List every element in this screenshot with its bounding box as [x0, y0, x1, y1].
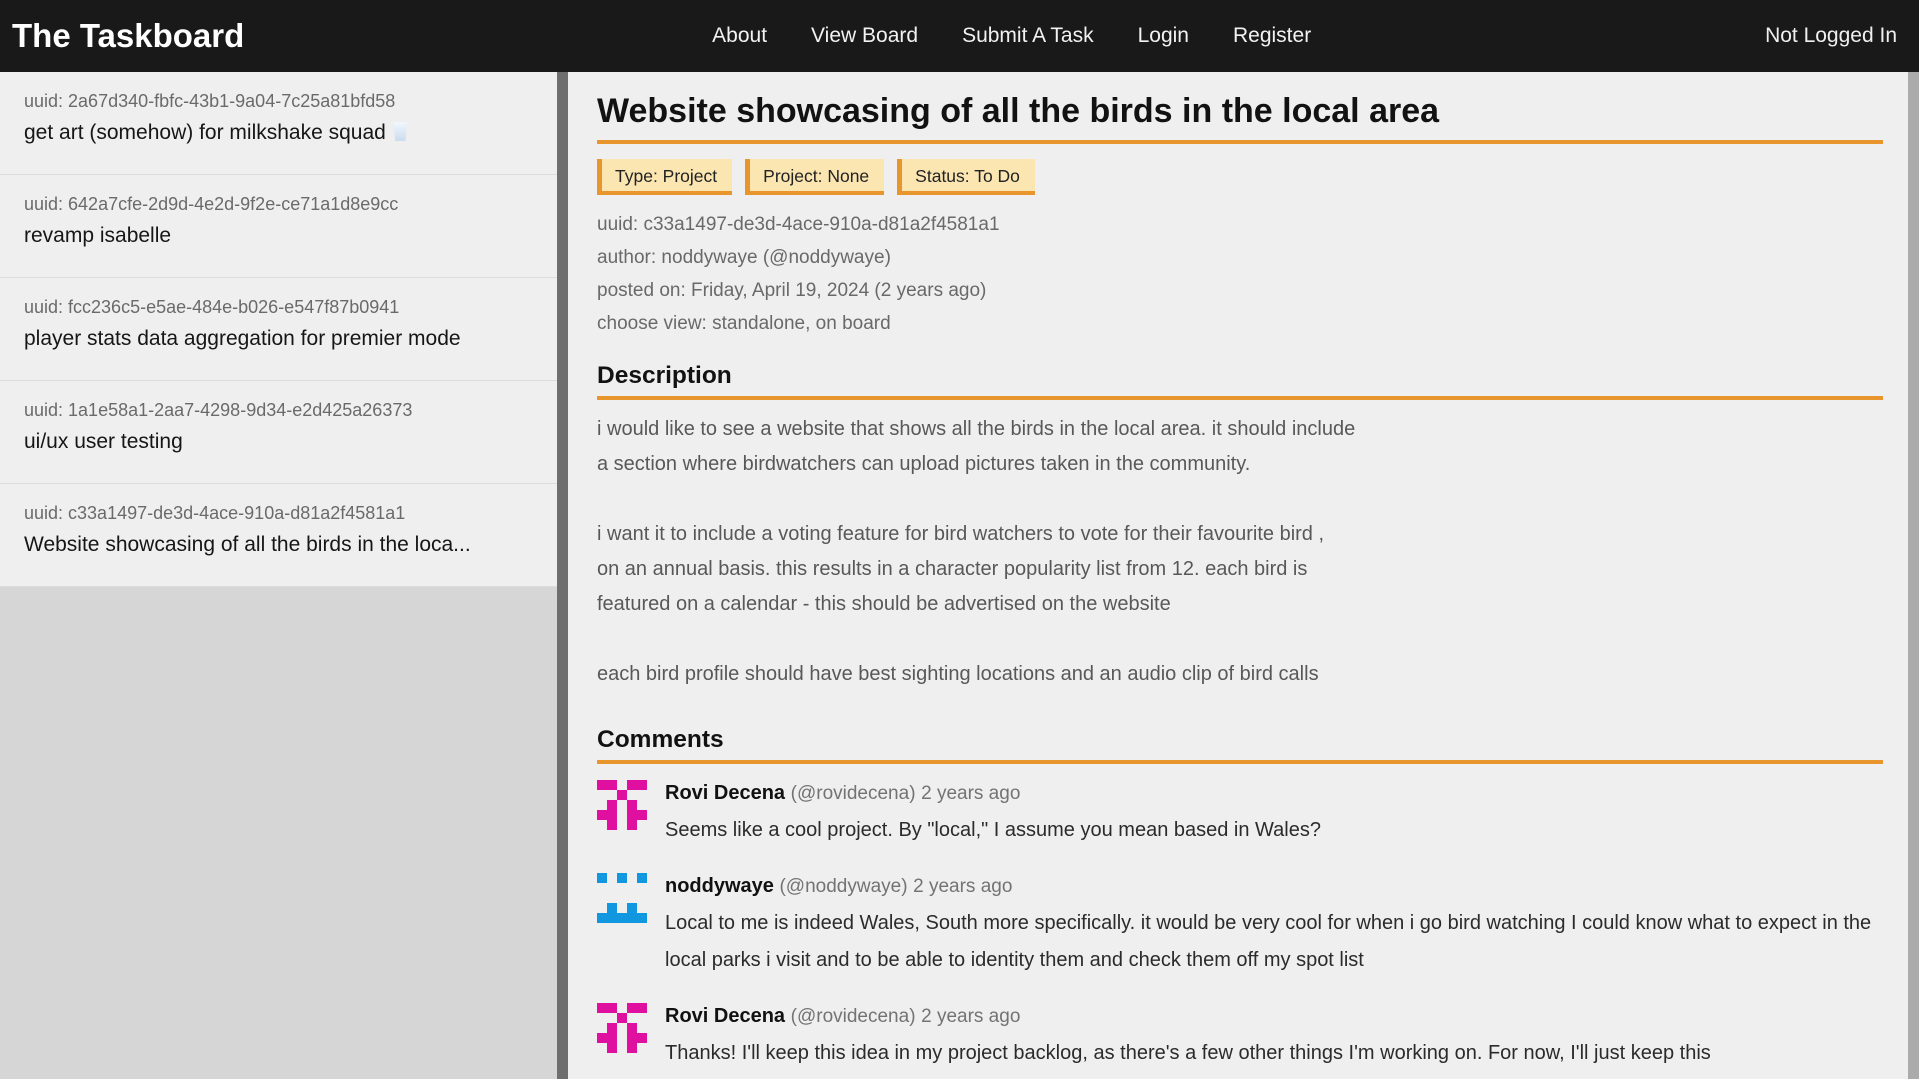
- task-uuid: uuid: c33a1497-de3d-4ace-910a-d81a2f4581…: [24, 503, 543, 524]
- badge-row: Type: Project Project: None Status: To D…: [597, 159, 1883, 195]
- comments-divider: [597, 760, 1883, 764]
- task-uuid: uuid: 1a1e58a1-2aa7-4298-9d34-e2d425a263…: [24, 400, 543, 421]
- description-text: i would like to see a website that shows…: [597, 412, 1883, 692]
- type-badge: Type: Project: [597, 159, 732, 195]
- nav-link-about[interactable]: About: [712, 24, 767, 48]
- task-meta: uuid: c33a1497-de3d-4ace-910a-d81a2f4581…: [597, 208, 1883, 340]
- task-list-item-uiux-testing[interactable]: uuid: 1a1e58a1-2aa7-4298-9d34-e2d425a263…: [0, 381, 557, 484]
- comment-body: Rovi Decena (@rovidecena) 2 years ago Th…: [665, 1003, 1883, 1072]
- avatar-rovidecena-icon: [597, 1003, 647, 1053]
- comment-text: Thanks! I'll keep this idea in my projec…: [665, 1035, 1883, 1072]
- project-badge: Project: None: [745, 159, 884, 195]
- meta-uuid: uuid: c33a1497-de3d-4ace-910a-d81a2f4581…: [597, 208, 1883, 241]
- comment-timestamp: 2 years ago: [913, 876, 1012, 897]
- comment-row: noddywaye (@noddywaye) 2 years ago Local…: [597, 873, 1883, 979]
- comment-author: Rovi Decena: [665, 1005, 785, 1027]
- avatar-noddywaye-icon: [597, 873, 647, 923]
- page-title: Website showcasing of all the birds in t…: [597, 92, 1883, 131]
- task-title-text: get art (somehow) for milkshake squad: [24, 121, 386, 144]
- comment-body: Rovi Decena (@rovidecena) 2 years ago Se…: [665, 780, 1883, 849]
- task-uuid: uuid: fcc236c5-e5ae-484e-b026-e547f87b09…: [24, 297, 543, 318]
- view-standalone-link[interactable]: standalone: [712, 313, 805, 334]
- comment-handle: (@rovidecena): [791, 783, 916, 804]
- description-divider: [597, 396, 1883, 400]
- task-detail: Website showcasing of all the birds in t…: [568, 72, 1908, 1079]
- nav-link-view-board[interactable]: View Board: [811, 24, 918, 48]
- task-title: get art (somehow) for milkshake squad: [24, 121, 543, 145]
- comment-timestamp: 2 years ago: [921, 1006, 1020, 1027]
- comment-header: Rovi Decena (@rovidecena) 2 years ago: [665, 780, 1883, 807]
- comment-author: Rovi Decena: [665, 782, 785, 804]
- comment-row: Rovi Decena (@rovidecena) 2 years ago Se…: [597, 780, 1883, 849]
- comment-body: noddywaye (@noddywaye) 2 years ago Local…: [665, 873, 1883, 979]
- comment-timestamp: 2 years ago: [921, 783, 1020, 804]
- view-on-board-link[interactable]: on board: [816, 313, 891, 334]
- task-list-item-milkshake[interactable]: uuid: 2a67d340-fbfc-43b1-9a04-7c25a81bfd…: [0, 72, 557, 175]
- comment-row: Rovi Decena (@rovidecena) 2 years ago Th…: [597, 1003, 1883, 1072]
- app-body: uuid: 2a67d340-fbfc-43b1-9a04-7c25a81bfd…: [0, 72, 1919, 1079]
- nav-link-submit-a-task[interactable]: Submit A Task: [962, 24, 1094, 48]
- task-list-item-isabelle[interactable]: uuid: 642a7cfe-2d9d-4e2d-9f2e-ce71a1d8e9…: [0, 175, 557, 278]
- task-title: revamp isabelle: [24, 224, 543, 248]
- comment-header: noddywaye (@noddywaye) 2 years ago: [665, 873, 1883, 900]
- task-title: ui/ux user testing: [24, 430, 543, 454]
- comment-text: Local to me is indeed Wales, South more …: [665, 905, 1883, 979]
- meta-choose-view: choose view: standalone, on board: [597, 307, 1883, 340]
- comments-heading: Comments: [597, 726, 1883, 754]
- page-scrollbar[interactable]: [1908, 72, 1919, 1079]
- sidebar-scrollbar[interactable]: [557, 72, 568, 1079]
- navbar: The Taskboard About View Board Submit A …: [0, 0, 1919, 72]
- task-uuid: uuid: 642a7cfe-2d9d-4e2d-9f2e-ce71a1d8e9…: [24, 194, 543, 215]
- milk-glass-icon: [393, 122, 408, 141]
- title-divider: [597, 140, 1883, 144]
- comment-author: noddywaye: [665, 875, 774, 897]
- comment-header: Rovi Decena (@rovidecena) 2 years ago: [665, 1003, 1883, 1030]
- meta-author: author: noddywaye (@noddywaye): [597, 241, 1883, 274]
- task-title: player stats data aggregation for premie…: [24, 327, 543, 351]
- comment-list: Rovi Decena (@rovidecena) 2 years ago Se…: [597, 780, 1883, 1072]
- nav-link-register[interactable]: Register: [1233, 24, 1311, 48]
- view-separator: ,: [805, 313, 816, 334]
- comment-handle: (@rovidecena): [791, 1006, 916, 1027]
- task-list-item-birds-website[interactable]: uuid: c33a1497-de3d-4ace-910a-d81a2f4581…: [0, 484, 557, 587]
- meta-posted-on: posted on: Friday, April 19, 2024 (2 yea…: [597, 274, 1883, 307]
- sidebar: uuid: 2a67d340-fbfc-43b1-9a04-7c25a81bfd…: [0, 72, 568, 1079]
- comment-text: Seems like a cool project. By "local," I…: [665, 812, 1883, 849]
- nav-link-login[interactable]: Login: [1138, 24, 1189, 48]
- choose-view-label: choose view:: [597, 313, 712, 334]
- status-badge: Status: To Do: [897, 159, 1035, 195]
- comment-handle: (@noddywaye): [779, 876, 907, 897]
- sidebar-empty-area: [0, 587, 557, 1079]
- description-heading: Description: [597, 362, 1883, 390]
- task-uuid: uuid: 2a67d340-fbfc-43b1-9a04-7c25a81bfd…: [24, 91, 543, 112]
- task-title: Website showcasing of all the birds in t…: [24, 533, 543, 557]
- login-status: Not Logged In: [1765, 24, 1919, 48]
- avatar-rovidecena-icon: [597, 780, 647, 830]
- task-list: uuid: 2a67d340-fbfc-43b1-9a04-7c25a81bfd…: [0, 72, 557, 1079]
- main-nav: About View Board Submit A Task Login Reg…: [258, 24, 1765, 48]
- task-list-item-player-stats[interactable]: uuid: fcc236c5-e5ae-484e-b026-e547f87b09…: [0, 278, 557, 381]
- app-title: The Taskboard: [0, 17, 258, 55]
